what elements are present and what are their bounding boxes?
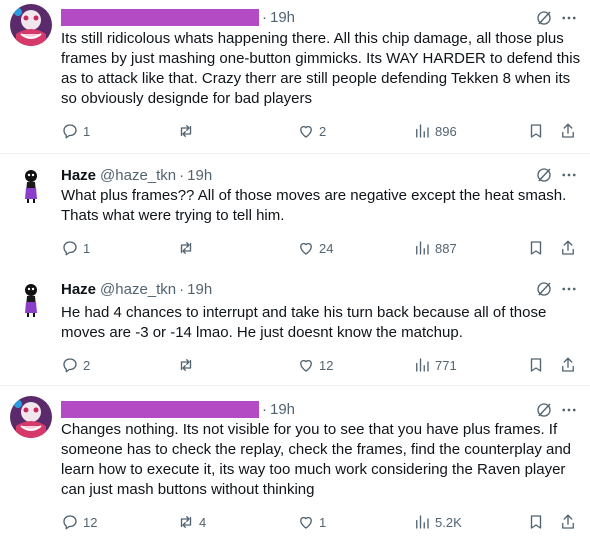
avatar-haze[interactable] xyxy=(10,277,52,319)
action-bar: 1 2 896 xyxy=(61,121,581,141)
views-button[interactable]: 5.2K xyxy=(413,512,462,532)
reply-icon xyxy=(63,124,77,139)
share-button[interactable] xyxy=(559,121,577,141)
post-1[interactable]: · 19h Its still ridicolous whats happeni… xyxy=(0,0,590,154)
reply-count: 1 xyxy=(83,240,91,256)
more-icon[interactable] xyxy=(560,401,578,419)
author-handle[interactable]: @haze_tkn xyxy=(100,281,176,298)
views-icon xyxy=(416,241,429,255)
post-3[interactable]: Haze @haze_tkn · 19h He had 4 chances to… xyxy=(0,268,590,382)
reply-button[interactable]: 12 xyxy=(61,512,97,532)
share-button[interactable] xyxy=(559,238,577,258)
share-icon xyxy=(562,514,574,529)
post-header: · 19h xyxy=(61,399,295,419)
avatar-haze[interactable] xyxy=(10,163,52,205)
views-count: 771 xyxy=(435,357,457,373)
bookmark-icon xyxy=(530,241,542,255)
bookmark-icon xyxy=(530,124,542,138)
redacted-author-name xyxy=(61,400,259,418)
grok-icon[interactable] xyxy=(535,9,553,27)
bookmark-button[interactable] xyxy=(527,512,545,532)
like-button[interactable]: 1 xyxy=(297,512,326,532)
views-count: 5.2K xyxy=(435,514,462,530)
timestamp[interactable]: 19h xyxy=(187,281,212,298)
reply-count: 2 xyxy=(83,357,91,373)
action-bar: 1 24 887 xyxy=(61,238,581,258)
views-icon xyxy=(416,124,429,138)
views-button[interactable]: 887 xyxy=(413,238,457,258)
post-text: Changes nothing. Its not visible for you… xyxy=(61,421,572,498)
post-text: Its still ridicolous whats happening the… xyxy=(61,30,581,107)
avatar-redacted-user[interactable] xyxy=(10,396,52,438)
repost-button[interactable] xyxy=(177,238,199,258)
redacted-author-name xyxy=(61,8,259,26)
repost-button[interactable] xyxy=(177,355,199,375)
timestamp[interactable]: 19h xyxy=(270,401,295,418)
avatar-redacted-user[interactable] xyxy=(10,4,52,46)
more-icon[interactable] xyxy=(560,166,578,184)
grok-icon[interactable] xyxy=(535,401,553,419)
share-icon xyxy=(562,357,574,372)
post-text: What plus frames?? All of those moves ar… xyxy=(61,187,567,224)
like-count: 1 xyxy=(319,514,327,530)
action-bar: 12 4 1 5.2K xyxy=(61,512,581,532)
bookmark-button[interactable] xyxy=(527,238,545,258)
repost-count: 4 xyxy=(199,514,207,530)
like-icon xyxy=(300,242,312,255)
reply-icon xyxy=(63,515,77,530)
author-handle[interactable]: @haze_tkn xyxy=(100,167,176,184)
repost-button[interactable]: 4 xyxy=(177,512,206,532)
views-icon xyxy=(416,358,429,372)
share-button[interactable] xyxy=(559,355,577,375)
post-4[interactable]: · 19h Changes nothing. Its not visible f… xyxy=(0,386,590,542)
views-button[interactable]: 896 xyxy=(413,121,457,141)
share-button[interactable] xyxy=(559,512,577,532)
more-icon[interactable] xyxy=(560,280,578,298)
post-header: · 19h xyxy=(61,7,295,27)
author-name[interactable]: Haze xyxy=(61,167,96,184)
views-button[interactable]: 771 xyxy=(413,355,457,375)
reply-count: 1 xyxy=(83,123,91,139)
like-icon xyxy=(300,359,312,372)
bookmark-icon xyxy=(530,358,542,372)
like-button[interactable]: 2 xyxy=(297,121,326,141)
repost-button[interactable] xyxy=(177,121,199,141)
reply-button[interactable]: 1 xyxy=(61,238,90,258)
like-button[interactable]: 12 xyxy=(297,355,333,375)
more-icon[interactable] xyxy=(560,9,578,27)
reply-icon xyxy=(63,358,77,373)
post-header: Haze @haze_tkn · 19h xyxy=(61,166,213,184)
timestamp[interactable]: 19h xyxy=(270,9,295,26)
like-button[interactable]: 24 xyxy=(297,238,333,258)
post-text: He had 4 chances to interrupt and take h… xyxy=(61,304,547,341)
share-icon xyxy=(562,123,574,138)
reply-icon xyxy=(63,241,77,256)
repost-icon xyxy=(180,242,192,254)
grok-icon[interactable] xyxy=(535,166,553,184)
grok-icon[interactable] xyxy=(535,280,553,298)
bookmark-button[interactable] xyxy=(527,355,545,375)
like-icon xyxy=(300,125,312,138)
reply-count: 12 xyxy=(83,514,98,530)
timestamp[interactable]: 19h xyxy=(187,167,212,184)
views-count: 896 xyxy=(435,123,457,139)
views-icon xyxy=(416,515,429,529)
reply-button[interactable]: 2 xyxy=(61,355,90,375)
action-bar: 2 12 771 xyxy=(61,355,581,375)
like-count: 2 xyxy=(319,123,327,139)
bookmark-button[interactable] xyxy=(527,121,545,141)
repost-icon xyxy=(180,516,192,528)
bookmark-icon xyxy=(530,515,542,529)
views-count: 887 xyxy=(435,240,457,256)
post-2[interactable]: Haze @haze_tkn · 19h What plus frames?? … xyxy=(0,154,590,268)
repost-icon xyxy=(180,359,192,371)
reply-button[interactable]: 1 xyxy=(61,121,90,141)
share-icon xyxy=(562,240,574,255)
author-name[interactable]: Haze xyxy=(61,281,96,298)
post-header: Haze @haze_tkn · 19h xyxy=(61,280,213,298)
repost-icon xyxy=(180,125,192,137)
like-count: 12 xyxy=(319,357,334,373)
like-count: 24 xyxy=(319,240,334,256)
like-icon xyxy=(300,516,312,529)
